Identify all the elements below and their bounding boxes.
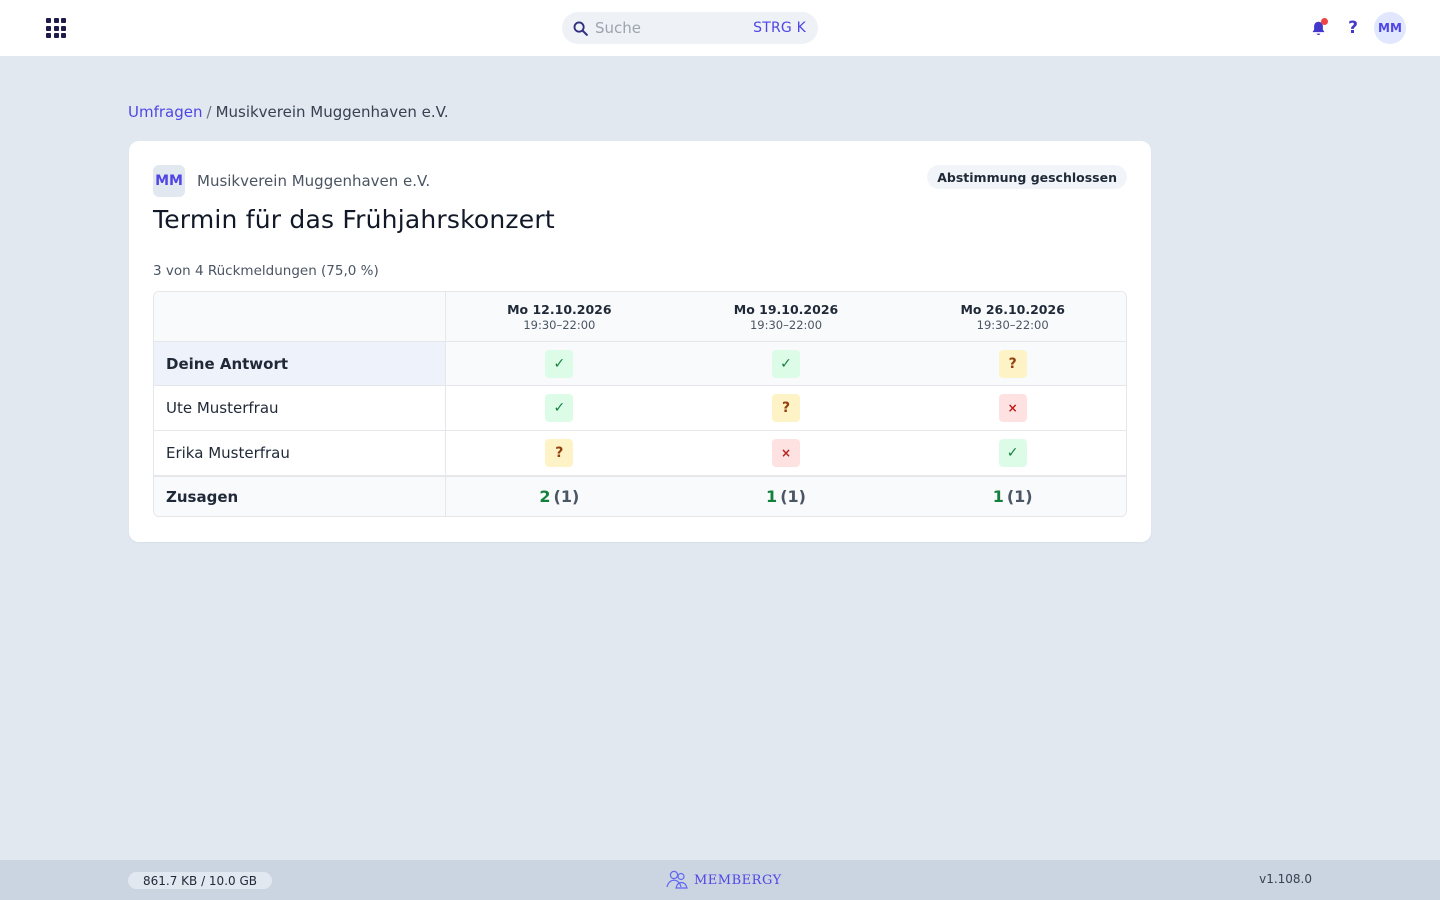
status-badge: Abstimmung geschlossen: [927, 165, 1127, 189]
date-label: Mo 19.10.2026: [733, 301, 839, 317]
answer-no-icon: ×: [998, 394, 1027, 422]
table-row: Erika Musterfrau ? × ✓: [154, 430, 1126, 475]
answer-cell: ?: [446, 431, 673, 475]
breadcrumb-link-umfragen[interactable]: Umfragen: [128, 103, 203, 121]
answer-maybe-icon: ?: [998, 349, 1027, 378]
response-count: 3 von 4 Rückmeldungen (75,0 %): [153, 263, 379, 279]
storage-usage: 861.7 KB / 10.0 GB: [128, 872, 272, 889]
header-empty-cell: [154, 292, 446, 341]
org-header: MM Musikverein Muggenhaven e.V.: [153, 165, 430, 197]
answer-maybe-icon: ?: [545, 439, 574, 467]
page-title: Termin für das Frühjahrskonzert: [153, 205, 555, 234]
brand-logo: MEMBERGY: [664, 869, 782, 891]
header-actions: ? MM: [1307, 12, 1406, 44]
answer-cell: ✓: [446, 342, 673, 385]
participant-name: Deine Antwort: [154, 342, 446, 385]
total-yes: 2: [539, 487, 551, 506]
total-maybe: (1): [780, 487, 806, 506]
total-yes: 1: [766, 487, 778, 506]
org-name: Musikverein Muggenhaven e.V.: [197, 172, 431, 190]
date-column-header: Mo 26.10.2026 19:30–22:00: [899, 292, 1126, 341]
answer-yes-icon: ✓: [545, 349, 574, 378]
time-label: 19:30–22:00: [749, 317, 823, 332]
answer-cell: ✓: [446, 386, 673, 430]
totals-label: Zusagen: [154, 477, 446, 516]
date-label: Mo 12.10.2026: [507, 301, 612, 317]
answer-yes-icon: ✓: [545, 394, 574, 422]
answer-cell: ✓: [899, 431, 1126, 475]
answer-cell: ✓: [673, 342, 900, 385]
answer-cell: ×: [899, 386, 1126, 430]
total-cell: 2 (1): [446, 477, 673, 516]
date-column-header: Mo 12.10.2026 19:30–22:00: [446, 292, 673, 341]
org-avatar: MM: [153, 165, 185, 197]
table-row-totals: Zusagen 2 (1) 1 (1) 1 (1): [154, 475, 1126, 516]
answer-cell: ×: [673, 431, 900, 475]
table-row-own-answer: Deine Antwort ✓ ✓ ?: [154, 341, 1126, 385]
apps-grid-icon[interactable]: [46, 18, 66, 38]
total-maybe: (1): [1006, 487, 1033, 506]
notifications-button[interactable]: [1307, 17, 1329, 39]
answer-maybe-icon: ?: [772, 394, 800, 422]
help-button[interactable]: ?: [1346, 18, 1360, 38]
breadcrumb-separator: /: [206, 103, 212, 121]
membergy-logo-icon: [666, 870, 688, 889]
answer-cell: ?: [673, 386, 900, 430]
date-column-header: Mo 19.10.2026 19:30–22:00: [673, 292, 900, 341]
time-label: 19:30–22:00: [523, 317, 596, 332]
total-cell: 1 (1): [899, 477, 1126, 516]
breadcrumb: Umfragen / Musikverein Muggenhaven e.V.: [128, 103, 449, 121]
user-avatar[interactable]: MM: [1374, 12, 1406, 44]
brand-name: MEMBERGY: [694, 872, 782, 888]
search-input[interactable]: Suche STRG K: [562, 12, 818, 44]
answer-cell: ?: [899, 342, 1126, 385]
answer-yes-icon: ✓: [772, 349, 800, 378]
time-label: 19:30–22:00: [976, 317, 1049, 332]
search-icon: [573, 21, 588, 36]
notification-dot: [1321, 18, 1328, 25]
poll-table: Mo 12.10.2026 19:30–22:00 Mo 19.10.2026 …: [153, 291, 1127, 517]
participant-name: Ute Musterfrau: [154, 386, 446, 430]
search-shortcut: STRG K: [753, 20, 806, 36]
search-placeholder: Suche: [595, 19, 642, 37]
total-cell: 1 (1): [673, 477, 900, 516]
total-yes: 1: [992, 487, 1004, 506]
table-header-row: Mo 12.10.2026 19:30–22:00 Mo 19.10.2026 …: [154, 292, 1126, 341]
answer-no-icon: ×: [772, 439, 800, 467]
answer-yes-icon: ✓: [998, 439, 1027, 467]
breadcrumb-current: Musikverein Muggenhaven e.V.: [215, 103, 449, 121]
top-bar: Suche STRG K ? MM: [0, 0, 1440, 56]
participant-name: Erika Musterfrau: [154, 431, 446, 475]
footer: 861.7 KB / 10.0 GB MEMBERGY v1.108.0: [0, 860, 1440, 900]
total-maybe: (1): [553, 487, 580, 506]
poll-card: MM Musikverein Muggenhaven e.V. Abstimmu…: [129, 141, 1151, 542]
date-label: Mo 26.10.2026: [960, 301, 1065, 317]
table-row: Ute Musterfrau ✓ ? ×: [154, 385, 1126, 430]
app-version: v1.108.0: [1259, 872, 1312, 886]
